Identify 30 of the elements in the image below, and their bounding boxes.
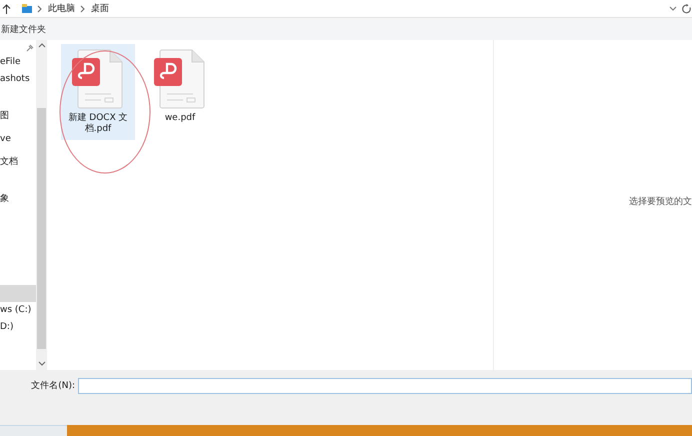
sidebar-item[interactable]: 图 — [0, 111, 9, 121]
new-folder-button[interactable]: 新建文件夹 — [1, 22, 46, 36]
sidebar-item[interactable]: ashots — [0, 74, 30, 84]
sidebar-item[interactable]: ws (C:) — [0, 305, 32, 315]
pin-icon[interactable] — [26, 44, 34, 52]
breadcrumb-item[interactable]: 桌面 — [91, 2, 109, 15]
file-item[interactable]: we.pdf — [149, 44, 211, 140]
file-name: we.pdf — [164, 113, 196, 124]
scroll-down-icon[interactable] — [38, 361, 46, 367]
sidebar-item[interactable]: D:) — [0, 322, 14, 332]
sidebar-item[interactable]: 象 — [0, 194, 9, 204]
sidebar-item[interactable]: eFile — [0, 57, 21, 67]
breadcrumb-item[interactable]: 此电脑 — [48, 2, 75, 15]
pdf-file-icon — [72, 48, 124, 110]
refresh-icon[interactable] — [682, 4, 692, 14]
preview-hint: 选择要预览的文 — [629, 196, 692, 208]
file-name: 新建 DOCX 文档.pdf — [67, 113, 129, 135]
file-item[interactable]: 新建 DOCX 文档.pdf — [61, 44, 135, 140]
scrollbar-thumb[interactable] — [37, 108, 46, 349]
sidebar-item[interactable]: ve — [0, 134, 11, 144]
chevron-icon — [80, 4, 86, 12]
pdf-file-icon — [154, 48, 206, 110]
filename-label: 文件名(N): — [30, 380, 76, 393]
folder-icon — [22, 4, 32, 13]
scroll-up-icon[interactable] — [38, 42, 46, 48]
up-arrow-icon[interactable] — [2, 4, 11, 14]
chevron-icon — [37, 4, 43, 12]
filename-field[interactable] — [78, 378, 692, 394]
dropdown-icon[interactable] — [669, 6, 677, 12]
sidebar-item[interactable]: 文档 — [0, 157, 18, 167]
